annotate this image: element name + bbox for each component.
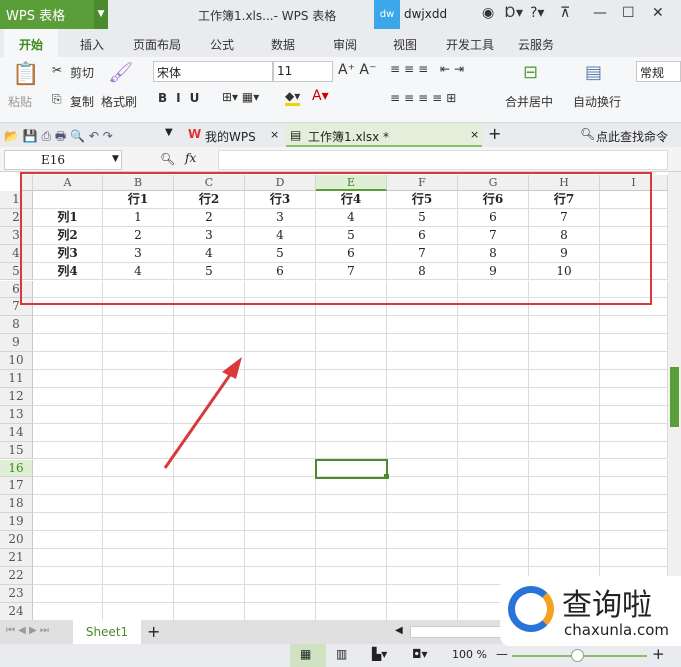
watermark-url: chaxunla.com [564,621,669,639]
scissors-icon[interactable]: ✂ [52,63,62,77]
align-icons[interactable]: ≡≡≡ ⇤⇥ [390,62,468,76]
zoom-slider-thumb[interactable] [571,649,584,662]
merge-icon[interactable]: ⊟ [523,62,538,83]
zoom-out-button[interactable]: — [496,647,508,661]
scroll-left-icon[interactable]: ◀ [395,625,403,636]
font-grow-icon[interactable]: A⁺ A⁻ [338,62,376,78]
tab-3[interactable]: 公式 [210,36,234,53]
tab-7[interactable]: 开发工具 [446,36,494,53]
font-size-select[interactable]: 11 [273,61,333,82]
reading-mode-icon[interactable]: ▙▾ [372,647,387,661]
zoom-level: 100 % [452,648,487,661]
eye-protect-icon[interactable]: ◘▾ [412,647,428,661]
tab-4[interactable]: 数据 [271,36,295,53]
merge-button[interactable]: 合并居中 [505,93,553,110]
paste-icon[interactable]: 📋 [12,62,39,87]
align-icons-2[interactable]: ≡≡≡≡⊞ [390,91,460,105]
tab-0[interactable]: 开始 [4,29,59,57]
font-color-icon[interactable]: A▾ [312,88,329,104]
grid-view-icon: ▦ [300,647,312,661]
paste-button[interactable]: 粘贴 [8,93,32,110]
border-icon[interactable]: ⊞▾ ▦▾ [222,90,259,104]
brush-icon[interactable]: 🖌 [108,60,133,84]
number-format-select[interactable]: 常规 [636,61,681,82]
watermark-logo-icon [508,586,554,632]
tab-6[interactable]: 视图 [393,36,417,53]
format-painter-button[interactable]: 格式刷 [101,93,137,110]
zoom-in-button[interactable]: + [652,645,665,663]
tab-8[interactable]: 云服务 [518,36,554,53]
horizontal-scrollbar[interactable] [410,626,510,638]
font-style-buttons[interactable]: BIU [158,91,208,105]
tab-2[interactable]: 页面布局 [133,36,181,53]
cut-button[interactable]: 剪切 [70,64,94,81]
page-break-view-icon[interactable]: ▥ [336,647,347,661]
fill-color-icon[interactable]: ◆▾ [285,89,301,106]
wrap-icon[interactable]: ▤ [585,62,602,83]
add-sheet-button[interactable]: + [147,622,160,641]
vertical-scrollbar[interactable] [668,172,681,620]
scroll-thumb[interactable] [670,367,679,427]
sheet-nav-arrows[interactable]: ⏮ ◀ ▶ ⏭ [6,625,49,636]
copy-button[interactable]: 复制 [70,93,94,110]
copy-icon[interactable]: ⎘ [52,92,62,107]
wrap-button[interactable]: 自动换行 [573,93,621,110]
tab-1[interactable]: 插入 [80,36,104,53]
tab-5[interactable]: 审阅 [333,36,357,53]
watermark: 查询啦 chaxunla.com [500,576,681,646]
font-select[interactable]: 宋体 [153,61,273,82]
watermark-name: 查询啦 [562,588,652,623]
sheet-tab[interactable]: Sheet1 [73,620,141,644]
